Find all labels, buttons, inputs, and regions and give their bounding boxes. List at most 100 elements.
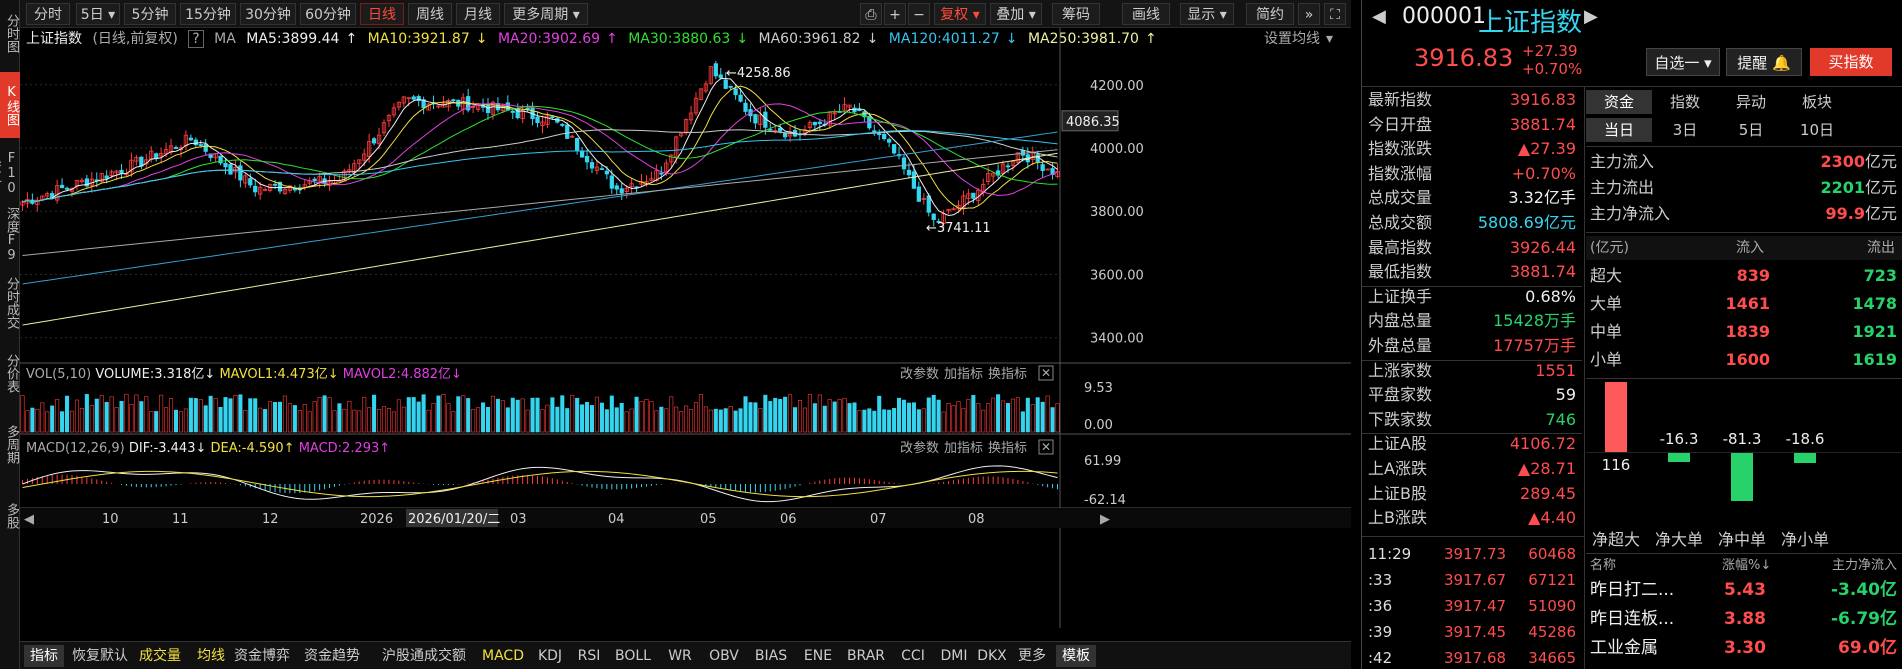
left-tab-1[interactable]: K线图 <box>0 72 20 138</box>
vol-header: VOL(5,10) VOLUME:3.318亿↓ MAVOL1:4.473亿↓ … <box>26 367 462 382</box>
tick-price: 3917.45 <box>1444 623 1507 641</box>
sector-head-name: 名称 <box>1590 558 1617 573</box>
indicator-tab-19[interactable]: 更多 <box>1012 645 1052 667</box>
fund-tab-3[interactable]: 板块 <box>1784 90 1850 114</box>
indicator-tab-7[interactable]: MACD <box>480 645 526 667</box>
indicator-tab-2[interactable]: 成交量 <box>132 645 188 667</box>
left-tab-2[interactable]: F10资料 <box>0 146 20 200</box>
left-tab-3[interactable]: 深度F9 <box>0 206 20 264</box>
panel-action-1[interactable]: 加指标 <box>944 441 983 456</box>
period-more-dropdown[interactable]: 更多周期 ▾ <box>504 3 588 25</box>
sector-row[interactable]: 昨日连板... 3.88 -6.79亿 <box>1586 607 1902 631</box>
simple-mode-button[interactable]: 简约 <box>1246 3 1294 25</box>
fund-tab-0[interactable]: 资金 <box>1586 90 1652 114</box>
period-tab-5day[interactable]: 5日 ▾ <box>76 3 120 25</box>
tick-row: 11:29 3917.73 60468 <box>1362 542 1582 566</box>
indicator-tab-6[interactable]: 沪股通成交额 <box>374 645 474 667</box>
candle-body <box>926 195 931 213</box>
panel-action-2[interactable]: 换指标 <box>988 441 1027 456</box>
candle-body <box>485 105 491 114</box>
scroll-right-icon[interactable]: ▶ <box>1100 512 1110 527</box>
buy-index-button[interactable]: 买指数 <box>1810 48 1892 76</box>
adjust-rights-dropdown[interactable]: 复权 ▾ <box>934 3 986 25</box>
vol-tick-low: 0.00 <box>1084 418 1113 433</box>
scroll-left-icon[interactable]: ◀ <box>24 512 34 527</box>
panel-action-0[interactable]: 改参数 <box>900 366 939 382</box>
prev-stock-icon[interactable]: ◀ <box>1372 6 1386 27</box>
indicator-tab-18[interactable]: DKX <box>976 645 1008 667</box>
indicator-tab-0[interactable]: 指标 <box>24 645 64 667</box>
chart-toolbar: 分时 5日 ▾ 5分钟 15分钟 30分钟 60分钟 日线 周线 月线 更多周期… <box>20 0 1351 28</box>
alert-button[interactable]: 提醒 🔔 <box>1726 48 1802 76</box>
draw-line-button[interactable]: 画线 <box>1122 3 1170 25</box>
left-tab-4[interactable]: 分时成交 <box>0 272 20 334</box>
candle-body <box>916 186 921 202</box>
indicator-tab-1[interactable]: 恢复默认 <box>70 645 130 667</box>
indicator-tab-4[interactable]: 资金博弈 <box>234 645 290 667</box>
double-chevron-right-icon[interactable]: » <box>1298 3 1320 25</box>
indicator-tab-17[interactable]: DMI <box>936 645 972 667</box>
indicator-tab-11[interactable]: WR <box>660 645 700 667</box>
volume-bar <box>852 402 857 433</box>
period-tab-30min[interactable]: 30分钟 <box>240 3 296 25</box>
next-stock-icon[interactable]: ▶ <box>1584 6 1598 27</box>
watchlist-dropdown[interactable]: 自选一 ▾ <box>1646 48 1720 76</box>
period-tab-monthly[interactable]: 月线 <box>456 3 500 25</box>
stat-row: 上证B股 289.45 <box>1362 482 1582 506</box>
display-label: 显示 <box>1187 7 1216 23</box>
panel-action-2[interactable]: 换指标 <box>988 367 1027 382</box>
indicator-tab-12[interactable]: OBV <box>704 645 744 667</box>
period-tab-intraday[interactable]: 分时 <box>26 3 70 25</box>
day-tab-1[interactable]: 3日 <box>1652 118 1718 142</box>
indicator-tab-3[interactable]: 均线 <box>192 645 230 667</box>
flow-amount: 2300 <box>1820 152 1865 171</box>
day-tab-2[interactable]: 5日 <box>1718 118 1784 142</box>
period-tab-60min[interactable]: 60分钟 <box>300 3 356 25</box>
fund-tab-1[interactable]: 指数 <box>1652 90 1718 114</box>
candle-body <box>550 116 555 119</box>
indicator-tab-14[interactable]: ENE <box>798 645 838 667</box>
left-tab-5[interactable]: 分价表 <box>0 342 20 404</box>
chevron-down-icon: ▾ <box>572 7 580 23</box>
display-dropdown[interactable]: 显示 ▾ <box>1180 3 1234 25</box>
fullscreen-icon[interactable]: ⛶ <box>1324 3 1346 25</box>
stat-value: 3881.74 <box>1509 114 1576 134</box>
indicator-tab-8[interactable]: KDJ <box>532 645 568 667</box>
sector-row[interactable]: 昨日打二... 5.43 -3.40亿 <box>1586 578 1902 602</box>
candle-body <box>723 79 728 89</box>
panel-action-1[interactable]: 加指标 <box>944 367 983 382</box>
kline-svg[interactable]: 4200.00 4000.00 3800.00 3600.00 3400.00 4086.… <box>20 28 1351 641</box>
left-tab-0[interactable]: 分时图 <box>0 0 20 66</box>
indicator-tab-13[interactable]: BIAS <box>748 645 794 667</box>
fund-tab-2[interactable]: 异动 <box>1718 90 1784 114</box>
volume-bar <box>936 399 941 433</box>
period-tab-weekly[interactable]: 周线 <box>408 3 452 25</box>
zoom-out-icon[interactable]: − <box>908 3 930 25</box>
indicator-tab-16[interactable]: CCI <box>894 645 932 667</box>
volume-bar <box>65 395 70 433</box>
left-tab-7[interactable]: 多股 <box>0 486 20 546</box>
volume-bar <box>60 411 65 433</box>
chips-button[interactable]: 筹码 <box>1052 3 1100 25</box>
day-tab-3[interactable]: 10日 <box>1784 118 1850 142</box>
left-tab-6[interactable]: 多周期 <box>0 412 20 476</box>
stat-value: 5808.69亿元 <box>1477 213 1576 232</box>
indicator-tab-15[interactable]: BRAR <box>842 645 890 667</box>
indicator-tab-10[interactable]: BOLL <box>610 645 656 667</box>
overlay-dropdown[interactable]: 叠加 ▾ <box>990 3 1042 25</box>
sector-head-change[interactable]: 涨幅%↓ <box>1722 556 1771 576</box>
day-tab-0[interactable]: 当日 <box>1586 118 1652 142</box>
volume-bar <box>689 409 694 433</box>
indicator-tab-20[interactable]: 模板 <box>1056 645 1096 667</box>
zoom-in-icon[interactable]: + <box>884 3 906 25</box>
lock-icon[interactable]: ⎙ <box>860 3 882 25</box>
indicator-tab-9[interactable]: RSI <box>572 645 606 667</box>
candle-body <box>104 175 109 179</box>
indicator-tab-5[interactable]: 资金趋势 <box>294 645 370 667</box>
period-tab-daily[interactable]: 日线 <box>360 3 404 25</box>
period-tab-5min[interactable]: 5分钟 <box>124 3 176 25</box>
period-tab-15min[interactable]: 15分钟 <box>180 3 236 25</box>
kline-chart-area[interactable]: 上证指数 (日线,前复权) ? MA MA5:3899.44 ↑ MA10:392… <box>20 28 1351 641</box>
panel-action-0[interactable]: 改参数 <box>900 440 939 456</box>
sector-row[interactable]: 工业金属 3.30 69.0亿 <box>1586 636 1902 660</box>
